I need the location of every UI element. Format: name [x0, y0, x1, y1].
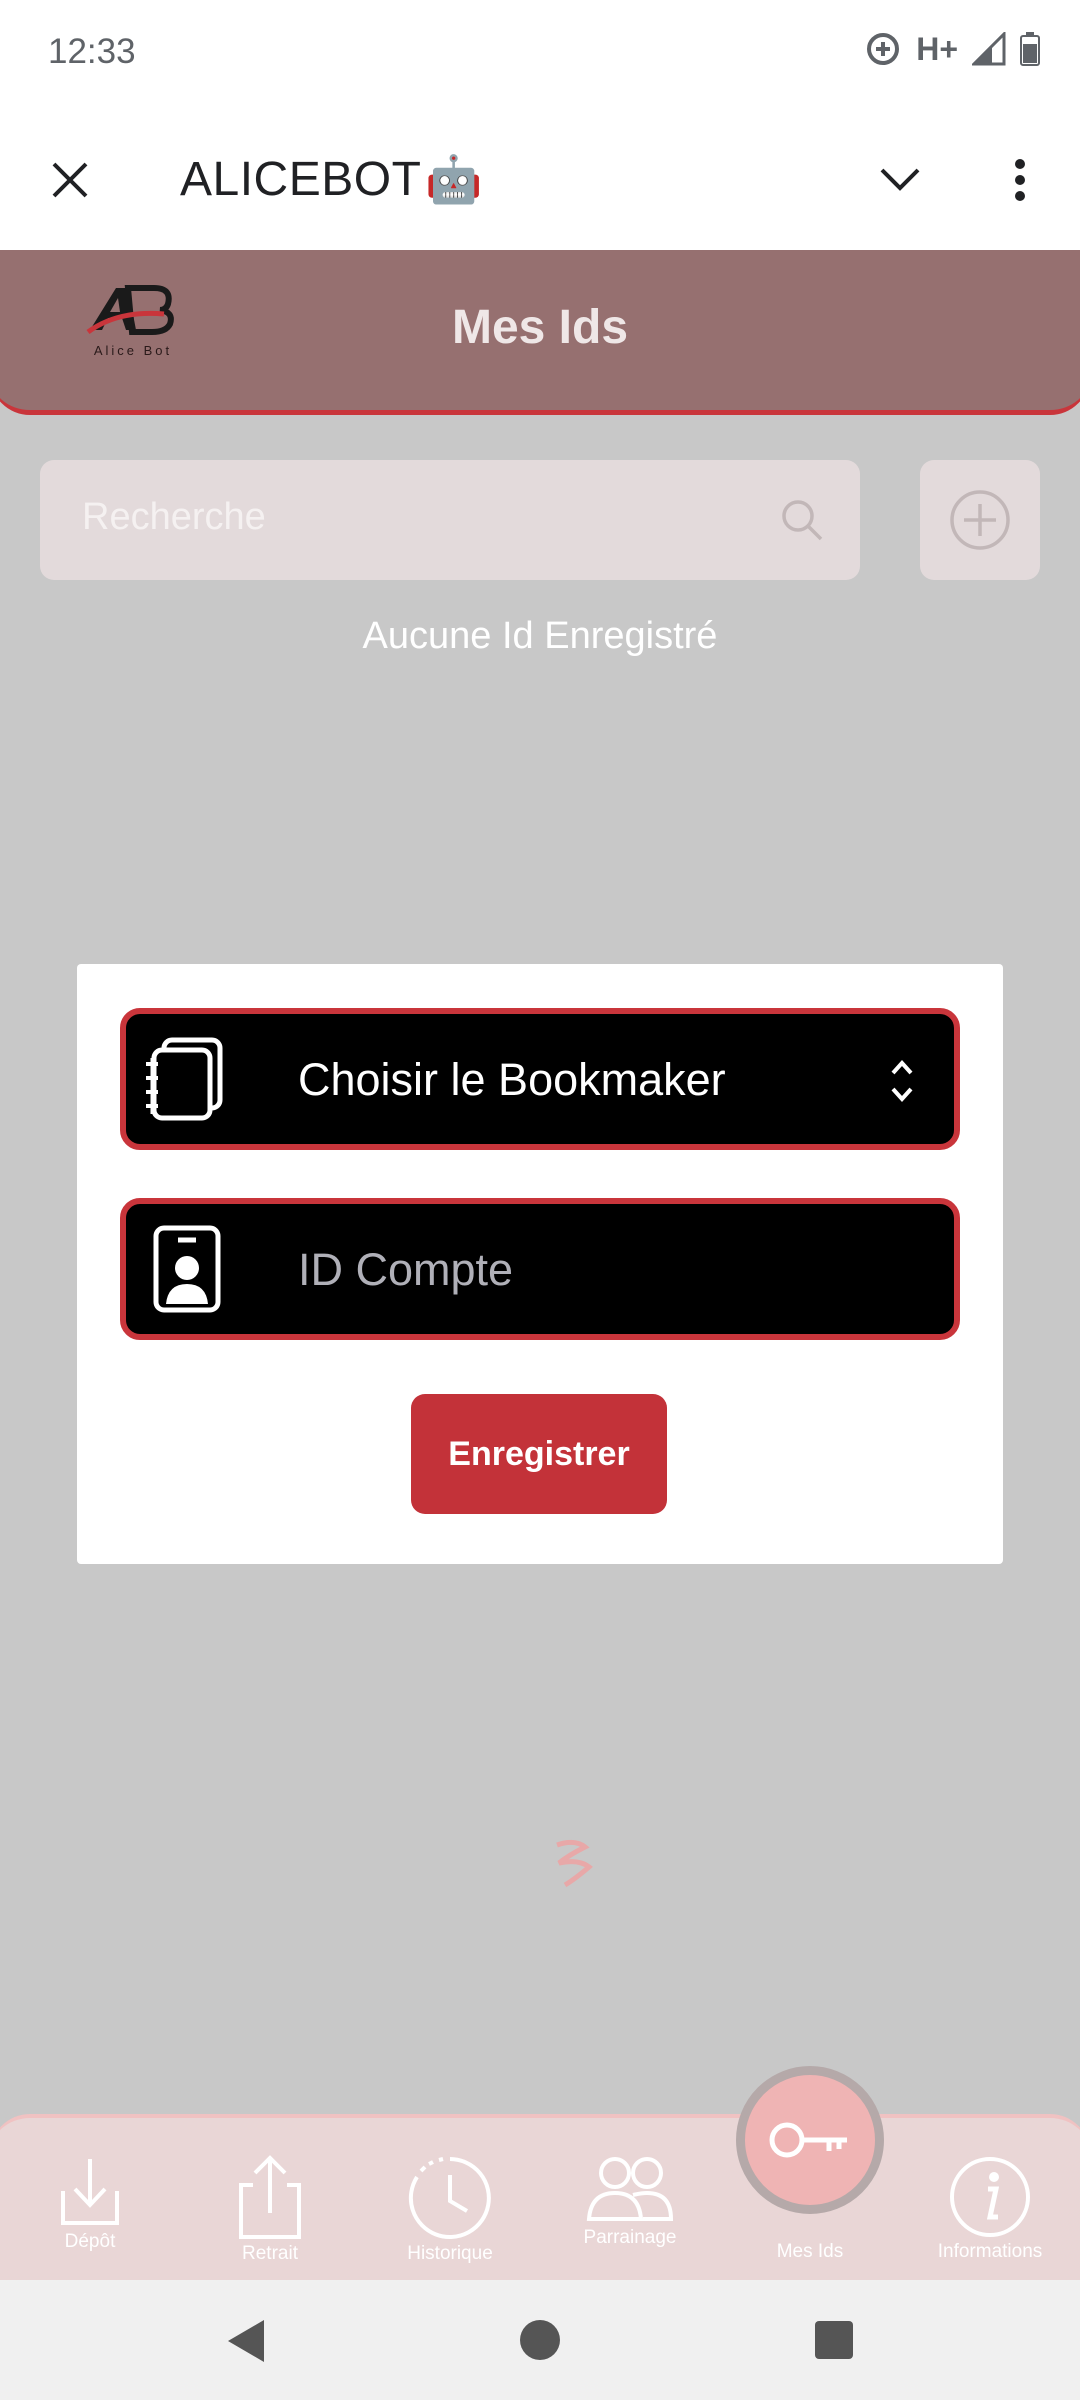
key-icon — [769, 2122, 847, 2158]
status-time: 12:33 — [48, 32, 136, 71]
nav-item-depot[interactable]: Dépôt — [0, 2155, 180, 2280]
notebook-icon — [146, 1037, 223, 1121]
bookmaker-select[interactable]: Choisir le Bookmaker — [120, 1008, 960, 1150]
add-id-dialog: Choisir le Bookmaker ID Compte Enregistr… — [77, 964, 1003, 1564]
search-input[interactable]: Recherche — [82, 496, 266, 539]
recents-icon[interactable] — [814, 2320, 854, 2360]
nav-item-retrait[interactable]: Retrait — [180, 2155, 360, 2280]
page-title: Mes Ids — [451, 301, 629, 354]
nav-label-retrait: Retrait — [242, 2243, 298, 2264]
home-icon[interactable] — [518, 2318, 562, 2362]
info-icon — [950, 2157, 1030, 2237]
search-box[interactable]: Recherche — [40, 460, 860, 580]
nav-label-mes-ids: Mes Ids — [776, 2241, 844, 2262]
status-icons: H+ — [864, 30, 1040, 68]
app-bar: ALICEBOT 🤖 — [0, 110, 1080, 250]
nav-label-parrainage: Parrainage — [583, 2227, 677, 2248]
nav-item-historique[interactable]: Historique — [360, 2155, 540, 2280]
clock-icon — [408, 2157, 491, 2239]
add-circle-icon — [950, 490, 1010, 550]
system-navigation-bar — [0, 2280, 1080, 2400]
nav-item-parrainage[interactable]: Parrainage — [540, 2155, 720, 2280]
save-button[interactable]: Enregistrer — [411, 1394, 667, 1514]
app-title-text: ALICEBOT — [180, 153, 422, 206]
account-id-field[interactable]: ID Compte — [120, 1198, 960, 1340]
battery-icon — [1020, 32, 1040, 66]
nav-item-informations[interactable]: Informations — [900, 2155, 1080, 2280]
chevron-down-icon — [880, 168, 920, 191]
download-icon — [61, 2159, 119, 2225]
more-vert-icon — [1015, 159, 1025, 201]
web-content: Alice Bot Mes Ids Recherche Aucune Id En… — [0, 250, 1080, 2280]
close-button[interactable] — [28, 138, 112, 222]
nav-active-key-button[interactable] — [736, 2066, 884, 2214]
loading-logo-icon — [556, 1839, 593, 1888]
back-icon[interactable] — [224, 2318, 266, 2364]
bookmaker-select-label: Choisir le Bookmaker — [298, 1054, 726, 1105]
nav-label-depot: Dépôt — [64, 2231, 116, 2252]
data-saver-icon — [867, 33, 900, 65]
app-title: ALICEBOT 🤖 — [180, 152, 483, 207]
upload-icon — [239, 2155, 301, 2239]
account-id-input[interactable]: ID Compte — [298, 1244, 513, 1296]
empty-state-text: Aucune Id Enregistré — [362, 615, 718, 657]
search-icon[interactable] — [780, 498, 824, 542]
nav-label-informations: Informations — [937, 2241, 1043, 2262]
add-id-button[interactable] — [920, 460, 1040, 580]
more-options-button[interactable] — [978, 138, 1062, 222]
id-badge-icon — [153, 1225, 221, 1313]
status-bar: 12:33 H+ — [0, 0, 1080, 110]
users-icon — [586, 2157, 674, 2221]
close-icon — [52, 162, 88, 198]
robot-emoji-icon: 🤖 — [425, 153, 484, 205]
network-type: H+ — [916, 30, 958, 67]
signal-icon — [972, 32, 1006, 66]
unfold-arrows-icon — [891, 1060, 913, 1102]
collapse-button[interactable] — [858, 138, 942, 222]
nav-label-historique: Historique — [407, 2243, 493, 2264]
